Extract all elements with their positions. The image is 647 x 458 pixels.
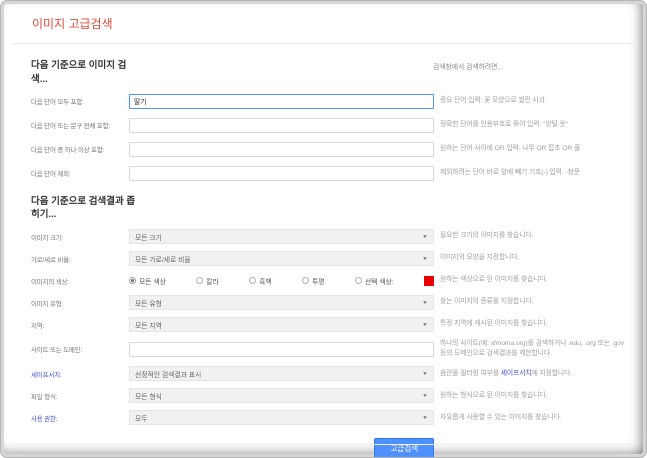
image-size-hint: 필요한 크기의 이미지를 찾습니다. (440, 232, 534, 240)
safesearch-hint-link[interactable]: 세이프서치 (501, 370, 532, 377)
aspect-ratio-label: 가로/세로 비율: (31, 256, 71, 264)
radio-transparent[interactable]: 투명 (301, 276, 324, 286)
words-all-input[interactable] (129, 93, 434, 109)
aspect-ratio-value: 모든 가로/세로 비율 (135, 256, 191, 264)
file-type-value: 모든 형식 (135, 393, 162, 401)
exact-phrase-hint: 정확한 단어를 인용부호로 묶어 입력: "양털 옷" (440, 120, 568, 128)
any-words-input[interactable] (129, 141, 434, 157)
words-all-row: 다음 단어 모두 포함: 중요 단어 입력: 꽃 모양으로 썰린 사과 (31, 93, 632, 109)
safesearch-row: 세이프서치: 선정적인 검색결과 표시 ▼ 음란물 필터링 여부를 세이프서치에… (31, 366, 632, 382)
chevron-down-icon: ▼ (422, 322, 428, 327)
image-size-row: 이미지 크기: 모든 크기 ▼ 필요한 크기의 이미지를 찾습니다. (31, 229, 632, 245)
radio-black-white[interactable]: 흑백 (249, 276, 272, 286)
image-type-label: 이미지 유형: (31, 300, 64, 308)
image-size-select[interactable]: 모든 크기 ▼ (129, 229, 434, 245)
radio-icon (129, 277, 136, 285)
image-size-value: 모든 크기 (135, 234, 162, 242)
chevron-down-icon: ▼ (422, 300, 428, 305)
any-words-label: 다음 단어 중 하나 이상 포함: (31, 147, 105, 155)
advanced-search-button[interactable]: 고급검색 (374, 438, 434, 457)
safesearch-select[interactable]: 선정적인 검색결과 표시 ▼ (129, 366, 434, 382)
page-title: 이미지 고급검색 (32, 17, 113, 31)
none-words-label: 다음 단어 제외: (31, 171, 71, 179)
site-domain-input[interactable] (129, 341, 434, 357)
title-divider (11, 43, 636, 44)
file-type-label: 파일 형식: (31, 393, 58, 401)
image-size-label: 이미지 크기: (31, 234, 64, 242)
narrow-section-header: 다음 기준으로 검색결과 좁히기... (31, 195, 136, 221)
usage-rights-label-link[interactable]: 사용 권한: (31, 413, 129, 423)
usage-rights-row: 사용 권한: 모두 ▼ 자유롭게 사용할 수 있는 이미지를 찾습니다. (31, 410, 632, 426)
usage-rights-hint: 자유롭게 사용할 수 있는 이미지를 찾습니다. (440, 413, 562, 421)
site-domain-hint: 하나의 사이트(예: sfmoma.org)를 검색하거나 .edu, .org… (440, 340, 625, 358)
none-words-input[interactable] (129, 165, 434, 181)
none-words-row: 다음 단어 제외: 제외하려는 단어 바로 앞에 빼기 기호(-) 입력: -창… (31, 165, 632, 181)
region-hint: 특정 지역에 게시된 이미지를 찾습니다. (440, 320, 548, 328)
region-row: 지역: 모든 지역 ▼ 특정 지역에 게시된 이미지를 찾습니다. (31, 317, 632, 333)
any-words-row: 다음 단어 중 하나 이상 포함: 원하는 단어 사이에 OR 입력: 나무 O… (31, 141, 632, 157)
image-color-row: 이미지의 색상: 모든 색상 칼라 흑백 투명 선택 색상: 원하는 색상으로 … (31, 273, 632, 288)
region-label: 지역: (31, 322, 45, 330)
radio-icon (196, 277, 204, 285)
safesearch-label-link[interactable]: 세이프서치: (31, 369, 129, 379)
chevron-down-icon: ▼ (422, 256, 428, 261)
image-type-hint: 찾는 이미지의 종류를 지정합니다. (440, 298, 534, 306)
safesearch-hint: 음란물 필터링 여부를 세이프서치에 지정합니다. (440, 369, 573, 377)
chevron-down-icon: ▼ (422, 415, 428, 421)
aspect-ratio-select[interactable]: 모든 가로/세로 비율 ▼ (129, 251, 434, 267)
aspect-ratio-hint: 이미지의 모양을 지정합니다. (440, 254, 520, 262)
none-words-hint: 제외하려는 단어 바로 앞에 빼기 기호(-) 입력: -창문 (440, 168, 580, 176)
usage-rights-select[interactable]: 모두 ▼ (129, 410, 434, 426)
image-color-hint: 원하는 색상으로 된 이미지를 찾습니다. (440, 276, 548, 284)
radio-icon (354, 277, 362, 285)
exact-phrase-row: 다음 단어 또는 문구 전체 포함: 정확한 단어를 인용부호로 묶어 입력: … (31, 117, 632, 133)
image-type-select[interactable]: 모든 유형 ▼ (129, 295, 434, 311)
advanced-image-search-page: 이미지 고급검색 다음 기준으로 이미지 검색... 검색창에서 검색하려면..… (0, 0, 647, 458)
file-type-hint: 원하는 형식으로 된 이미지를 찾습니다. (440, 391, 548, 399)
safesearch-value: 선정적인 검색결과 표시 (135, 371, 202, 379)
chevron-down-icon: ▼ (422, 393, 428, 399)
radio-icon (301, 277, 309, 285)
exact-phrase-input[interactable] (129, 117, 434, 133)
radio-specific-color[interactable]: 선택 색상: (354, 276, 394, 286)
image-type-value: 모든 유형 (135, 300, 162, 308)
radio-icon (249, 277, 257, 285)
chevron-down-icon: ▼ (422, 234, 428, 239)
color-swatch[interactable] (423, 275, 434, 286)
region-select[interactable]: 모든 지역 ▼ (129, 317, 434, 333)
any-words-hint: 원하는 단어 사이에 OR 입력: 나무 OR 잡초 OR 풀 (440, 144, 581, 152)
exact-phrase-label: 다음 단어 또는 문구 전체 포함: (31, 123, 110, 131)
region-value: 모든 지역 (135, 322, 162, 330)
site-domain-row: 사이트 또는 도메인: 하나의 사이트(예: sfmoma.org)를 검색하거… (31, 339, 632, 359)
usage-rights-value: 모두 (135, 415, 148, 423)
words-all-hint: 중요 단어 입력: 꽃 모양으로 썰린 사과 (440, 96, 545, 104)
bottom-divider (11, 444, 634, 445)
radio-full-color[interactable]: 칼라 (196, 276, 219, 286)
aspect-ratio-row: 가로/세로 비율: 모든 가로/세로 비율 ▼ 이미지의 모양을 지정합니다. (31, 251, 632, 267)
radio-all-colors[interactable]: 모든 색상 (129, 276, 166, 286)
image-type-row: 이미지 유형: 모든 유형 ▼ 찾는 이미지의 종류를 지정합니다. (31, 295, 632, 311)
submit-row: 고급검색 (31, 438, 632, 457)
image-color-radio-group: 모든 색상 칼라 흑백 투명 선택 색상: (129, 273, 434, 288)
words-all-label: 다음 단어 모두 포함: (31, 99, 84, 107)
hints-header: 검색창에서 검색하려면... (433, 64, 504, 71)
find-section-header: 다음 기준으로 이미지 검색... (31, 60, 127, 85)
site-domain-label: 사이트 또는 도메인: (31, 347, 83, 355)
image-color-label: 이미지의 색상: (31, 278, 69, 286)
file-type-row: 파일 형식: 모든 형식 ▼ 원하는 형식으로 된 이미지를 찾습니다. (31, 388, 632, 404)
file-type-select[interactable]: 모든 형식 ▼ (129, 388, 434, 404)
chevron-down-icon: ▼ (422, 371, 428, 377)
